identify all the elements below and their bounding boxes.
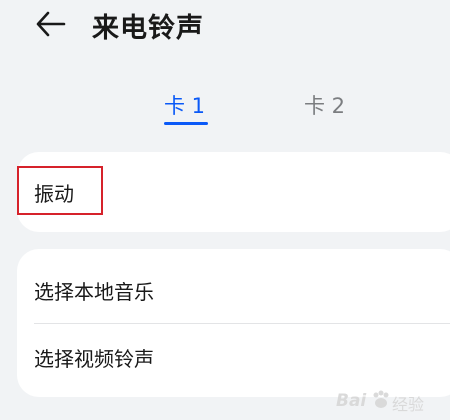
sim-tabs: 卡 1 卡 2	[0, 86, 450, 130]
page-title: 来电铃声	[92, 13, 204, 44]
divider	[34, 323, 450, 324]
paw-icon	[373, 390, 389, 408]
select-video-ringtone-item[interactable]: 选择视频铃声	[34, 343, 154, 372]
tab-sim-1[interactable]: 卡 1	[164, 90, 205, 120]
watermark-sub: 经验	[392, 395, 425, 414]
select-local-music-item[interactable]: 选择本地音乐	[34, 276, 154, 305]
annotation-highlight-box	[17, 166, 103, 215]
back-button[interactable]	[34, 9, 68, 39]
ringtone-source-card: 选择本地音乐 选择视频铃声	[17, 249, 450, 397]
active-tab-indicator	[164, 122, 208, 125]
tab-sim-2[interactable]: 卡 2	[304, 90, 345, 120]
arrow-left-icon	[36, 11, 66, 37]
header-bar: 来电铃声	[0, 0, 450, 50]
watermark-brand: Bai	[336, 391, 367, 411]
watermark: Bai 经验	[336, 389, 446, 417]
